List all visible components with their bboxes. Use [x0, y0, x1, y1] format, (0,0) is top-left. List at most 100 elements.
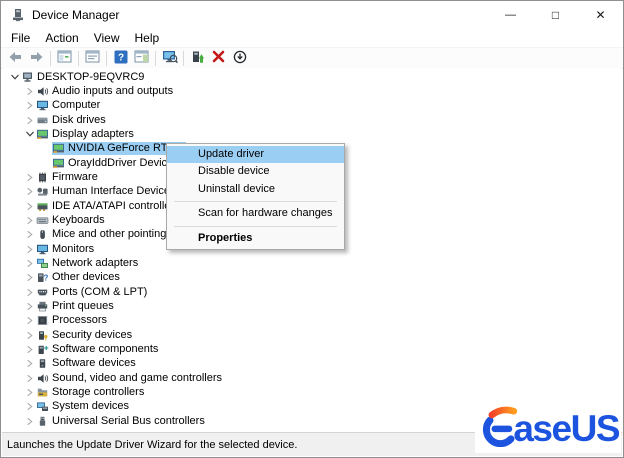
toolbar: ?	[1, 48, 623, 69]
update-driver-button[interactable]	[187, 49, 208, 68]
tree-item-security-devices[interactable]: Security devices	[2, 328, 622, 342]
hid-icon	[36, 186, 50, 197]
title-bar: Device Manager — □ ✕	[1, 1, 623, 29]
chevron-collapsed-icon[interactable]	[23, 259, 36, 268]
chevron-collapsed-icon[interactable]	[23, 116, 36, 125]
chevron-collapsed-icon[interactable]	[23, 202, 36, 211]
maximize-button[interactable]: □	[533, 1, 578, 29]
chevron-collapsed-icon[interactable]	[23, 374, 36, 383]
menu-help[interactable]: Help	[133, 30, 162, 46]
menu-file[interactable]: File	[9, 30, 32, 46]
tree-item-label: Display adapters	[52, 127, 134, 140]
svg-text:?: ?	[44, 274, 49, 283]
tree-item-label: Network adapters	[52, 256, 139, 269]
toolbar-separator	[78, 50, 79, 66]
chevron-collapsed-icon[interactable]	[23, 316, 36, 325]
context-menu: Update driver Disable device Uninstall dev…	[166, 143, 345, 250]
tree-item-label: Universal Serial Bus controllers	[52, 414, 205, 427]
chevron-collapsed-icon[interactable]	[23, 388, 36, 397]
context-menu-item-update-driver[interactable]: Update driver	[167, 146, 344, 164]
tree-item-sound-video-and-game-controllers[interactable]: Sound, video and game controllers	[2, 371, 622, 385]
sound-controller-icon	[36, 373, 50, 384]
tree-item-audio-inputs-and-outputs[interactable]: Audio inputs and outputs	[2, 84, 622, 98]
context-menu-item-properties[interactable]: Properties	[167, 230, 344, 247]
chevron-collapsed-icon[interactable]	[23, 173, 36, 182]
toolbar-separator	[155, 50, 156, 66]
tree-item-software-devices[interactable]: Software devices	[2, 357, 622, 371]
tree-item-print-queues[interactable]: Print queues	[2, 299, 622, 313]
device-tree: DESKTOP-9EQVRC9 Audio inputs and outputs…	[2, 68, 622, 432]
tree-item-storage-controllers[interactable]: Storage controllers	[2, 385, 622, 399]
uninstall-device-button[interactable]	[208, 49, 229, 68]
chevron-expanded-icon[interactable]	[8, 72, 21, 82]
tree-item-other-devices[interactable]: ? Other devices	[2, 271, 622, 285]
properties-button[interactable]	[82, 49, 103, 68]
status-text: Launches the Update Driver Wizard for th…	[7, 438, 298, 451]
menu-view[interactable]: View	[92, 30, 122, 46]
context-menu-item-uninstall-device[interactable]: Uninstall device	[167, 181, 344, 198]
context-menu-item-scan-for-hardware-changes[interactable]: Scan for hardware changes	[167, 205, 344, 222]
help-button[interactable]: ?	[110, 49, 131, 68]
keyboard-icon	[36, 215, 50, 226]
tree-item-software-components[interactable]: Software components	[2, 342, 622, 356]
chevron-collapsed-icon[interactable]	[23, 273, 36, 282]
menu-action[interactable]: Action	[43, 30, 80, 46]
tree-item-ports-com-lpt[interactable]: Ports (COM & LPT)	[2, 285, 622, 299]
disable-device-button[interactable]	[229, 49, 250, 68]
tree-item-display-adapters[interactable]: Display adapters	[2, 127, 622, 141]
action-pane-button[interactable]	[131, 49, 152, 68]
scan-hardware-changes-button[interactable]	[159, 49, 180, 68]
chevron-collapsed-icon[interactable]	[23, 302, 36, 311]
tree-item-computer[interactable]: Computer	[2, 99, 622, 113]
scan-hardware-changes-icon	[162, 50, 178, 67]
back-icon	[8, 50, 23, 67]
tree-item-network-adapters[interactable]: Network adapters	[2, 256, 622, 270]
properties-icon	[85, 50, 100, 66]
software-device-icon	[36, 358, 50, 369]
chevron-collapsed-icon[interactable]	[23, 345, 36, 354]
tree-item-label: Keyboards	[52, 213, 105, 226]
forward-button[interactable]	[26, 49, 47, 68]
chevron-collapsed-icon[interactable]	[23, 359, 36, 368]
chevron-collapsed-icon[interactable]	[23, 101, 36, 110]
chevron-collapsed-icon[interactable]	[23, 230, 36, 239]
display-adapter-icon	[52, 158, 66, 169]
window-title: Device Manager	[32, 8, 120, 22]
context-menu-separator	[174, 225, 337, 227]
tree-item-processors[interactable]: Processors	[2, 314, 622, 328]
show-hide-console-tree-button[interactable]	[54, 49, 75, 68]
monitor-icon	[36, 100, 50, 111]
device-manager-icon	[10, 8, 25, 23]
toolbar-separator	[50, 50, 51, 66]
security-device-icon	[36, 330, 50, 341]
show-hide-console-tree-icon	[57, 50, 72, 66]
chevron-collapsed-icon[interactable]	[23, 87, 36, 96]
chevron-collapsed-icon[interactable]	[23, 417, 36, 426]
audio-device-icon	[36, 86, 50, 97]
close-button[interactable]: ✕	[578, 1, 623, 29]
chevron-collapsed-icon[interactable]	[23, 187, 36, 196]
tree-item-disk-drives[interactable]: Disk drives	[2, 113, 622, 127]
chevron-collapsed-icon[interactable]	[23, 402, 36, 411]
ide-controller-icon	[36, 201, 50, 212]
tree-item-label: Security devices	[52, 328, 133, 341]
easeus-logo-text: aseUS	[513, 407, 620, 449]
mouse-icon	[36, 229, 50, 240]
disable-device-icon	[233, 50, 247, 67]
tree-item-label: Software components	[52, 342, 159, 355]
monitor-icon	[36, 244, 50, 255]
chevron-collapsed-icon[interactable]	[23, 331, 36, 340]
chevron-collapsed-icon[interactable]	[23, 216, 36, 225]
back-button[interactable]	[5, 49, 26, 68]
minimize-button[interactable]: —	[488, 1, 533, 33]
context-menu-item-disable-device[interactable]: Disable device	[167, 163, 344, 180]
chevron-collapsed-icon[interactable]	[23, 245, 36, 254]
tree-item-label: Storage controllers	[52, 385, 145, 398]
toolbar-separator	[183, 50, 184, 66]
chevron-expanded-icon[interactable]	[23, 129, 36, 139]
disk-drive-icon	[36, 115, 50, 126]
toolbar-separator	[106, 50, 107, 66]
tree-item-desktop-9eqvrc9[interactable]: DESKTOP-9EQVRC9	[2, 70, 622, 84]
chevron-collapsed-icon[interactable]	[23, 288, 36, 297]
tree-item-label: Audio inputs and outputs	[52, 84, 174, 97]
